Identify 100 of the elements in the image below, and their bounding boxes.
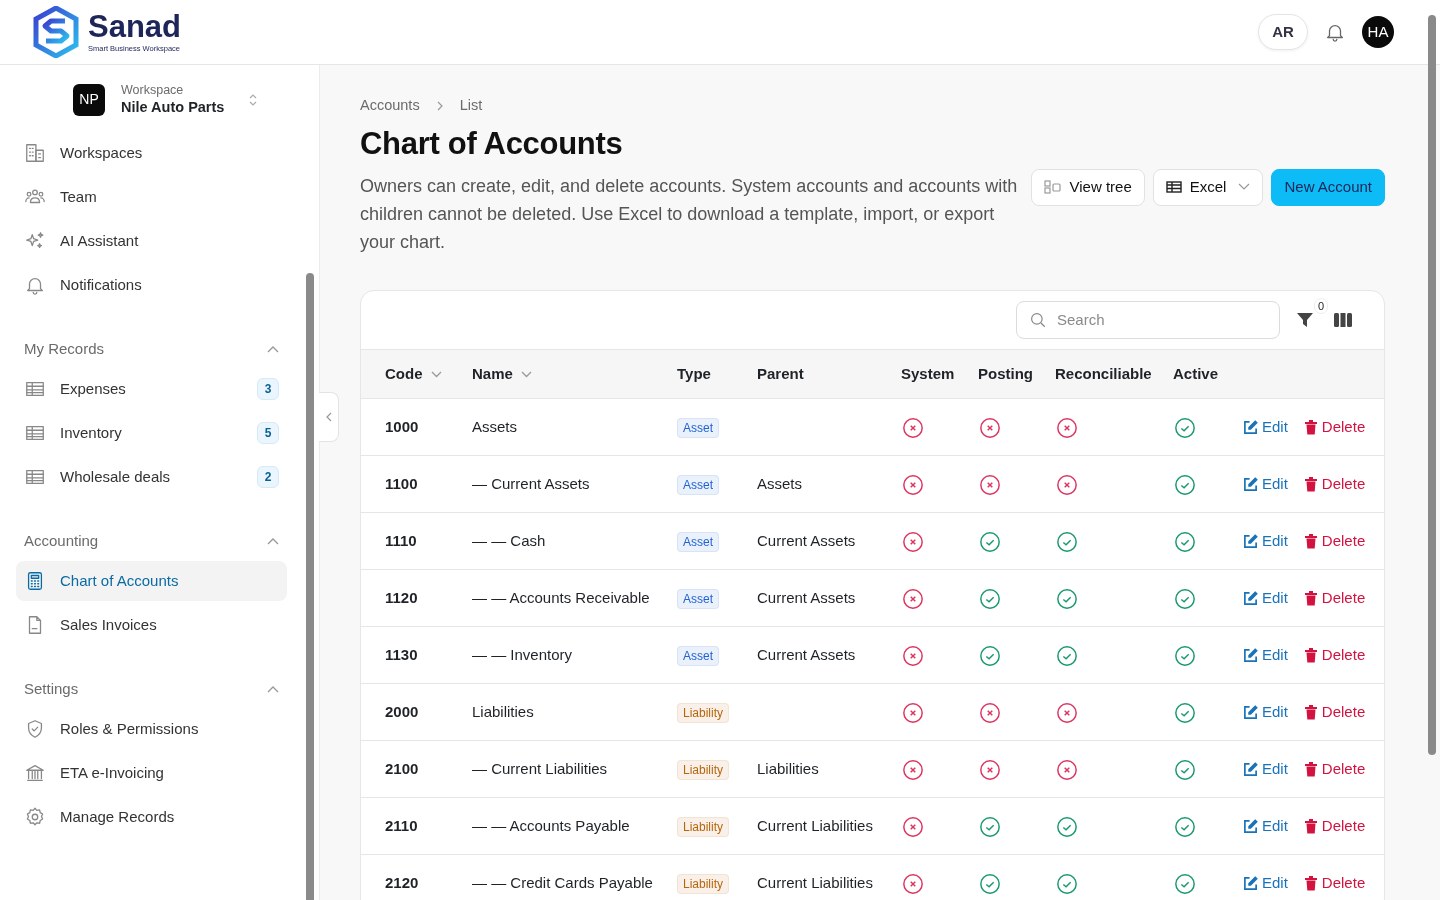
edit-icon bbox=[1243, 761, 1258, 777]
trash-icon bbox=[1303, 419, 1318, 435]
column-header: Reconciliable bbox=[1055, 363, 1152, 384]
column-header[interactable]: Name bbox=[472, 362, 532, 386]
breadcrumb-link[interactable]: List bbox=[459, 95, 483, 117]
account-name: — Current Liabilities bbox=[472, 760, 608, 778]
column-header: Parent bbox=[757, 363, 804, 384]
search-field[interactable]: Search bbox=[1016, 300, 1280, 339]
chevron-icon[interactable] bbox=[267, 684, 279, 693]
type-tag: Asset bbox=[677, 475, 719, 496]
account-name: — — Accounts Payable bbox=[472, 817, 630, 835]
delete-link[interactable]: Delete bbox=[1303, 872, 1366, 895]
caret-icon bbox=[1238, 183, 1251, 192]
account-name: — — Cash bbox=[472, 532, 546, 550]
edit-link[interactable]: Edit bbox=[1243, 587, 1288, 610]
sidebar-item[interactable]: ETA e-Invoicing bbox=[16, 752, 287, 793]
search-icon bbox=[1029, 310, 1047, 329]
edit-icon bbox=[1243, 476, 1258, 492]
page-description: Owners can create, edit, and delete accounts. System accounts and accounts with children cannot be deleted. Use Excel to download a template, import, or export your chart. bbox=[360, 174, 1019, 254]
excel-dropdown[interactable]: Excel bbox=[1152, 168, 1264, 206]
trash-icon bbox=[1303, 875, 1318, 891]
type-tag: Liability bbox=[677, 817, 730, 838]
sidebar-item[interactable]: Roles & Permissions bbox=[16, 708, 287, 749]
breadcrumb-link[interactable]: Accounts bbox=[360, 95, 420, 117]
edit-link[interactable]: Edit bbox=[1243, 530, 1288, 553]
sort-caret-icon bbox=[520, 370, 532, 378]
edit-link[interactable]: Edit bbox=[1243, 815, 1288, 838]
section-title: Settings bbox=[24, 678, 79, 699]
sidebar-item[interactable]: Sales Invoices bbox=[16, 604, 287, 645]
sidebar-item[interactable]: Wholesale deals 2 bbox=[16, 456, 287, 497]
trash-icon bbox=[1303, 704, 1318, 720]
edit-link[interactable]: Edit bbox=[1243, 416, 1288, 439]
brand-name: Sanad bbox=[88, 11, 182, 43]
edit-link[interactable]: Edit bbox=[1243, 473, 1288, 496]
delete-link[interactable]: Delete bbox=[1303, 758, 1366, 781]
sidebar-item[interactable]: Chart of Accounts bbox=[16, 560, 287, 601]
scrollbar-thumb[interactable] bbox=[1428, 15, 1436, 755]
account-code: 1100 bbox=[385, 475, 418, 493]
edit-link[interactable]: Edit bbox=[1243, 701, 1288, 724]
delete-link[interactable]: Delete bbox=[1303, 644, 1366, 667]
section-title: My Records bbox=[24, 338, 105, 359]
account-code: 2120 bbox=[385, 874, 419, 892]
trash-icon bbox=[1303, 533, 1318, 549]
parent-account: Current Assets bbox=[757, 589, 856, 607]
edit-icon bbox=[1243, 704, 1258, 720]
sidebar-item[interactable]: Notifications bbox=[16, 264, 287, 305]
type-tag: Liability bbox=[677, 703, 730, 724]
sidebar-item[interactable]: Expenses 3 bbox=[16, 368, 287, 409]
trash-icon bbox=[1303, 590, 1318, 606]
delete-link[interactable]: Delete bbox=[1303, 815, 1366, 838]
parent-account: Liabilities bbox=[757, 760, 819, 778]
edit-link[interactable]: Edit bbox=[1243, 872, 1288, 895]
scrollbar-thumb[interactable] bbox=[306, 273, 314, 900]
building-icon bbox=[24, 141, 46, 164]
sidebar-item[interactable]: AI Assistant bbox=[16, 220, 287, 261]
sidebar-item[interactable]: Inventory 5 bbox=[16, 412, 287, 453]
parent-account: Assets bbox=[757, 475, 802, 493]
sidebar-item[interactable]: Workspaces bbox=[16, 132, 287, 173]
account-name: Liabilities bbox=[472, 703, 534, 721]
delete-link[interactable]: Delete bbox=[1303, 587, 1366, 610]
sidebar-item[interactable]: Manage Records bbox=[16, 796, 287, 837]
type-tag: Asset bbox=[677, 532, 719, 553]
columns-icon[interactable] bbox=[1334, 311, 1352, 328]
parent-account: Current Liabilities bbox=[757, 874, 873, 892]
edit-icon bbox=[1243, 533, 1258, 549]
edit-link[interactable]: Edit bbox=[1243, 758, 1288, 781]
chevron-icon[interactable] bbox=[267, 536, 279, 545]
account-name: — — Accounts Receivable bbox=[472, 589, 650, 607]
account-name: Assets bbox=[472, 418, 517, 436]
section-title: Accounting bbox=[24, 530, 99, 551]
parent-account: Current Assets bbox=[757, 532, 856, 550]
edit-icon bbox=[1243, 647, 1258, 663]
trash-icon bbox=[1303, 647, 1318, 663]
user-avatar[interactable]: HA bbox=[1362, 16, 1394, 48]
delete-link[interactable]: Delete bbox=[1303, 701, 1366, 724]
type-tag: Liability bbox=[677, 760, 730, 781]
count-badge: 2 bbox=[257, 465, 279, 488]
spreadsheet-icon bbox=[1165, 180, 1182, 195]
view-tree-button[interactable]: View tree bbox=[1030, 168, 1145, 206]
account-name: — — Credit Cards Payable bbox=[472, 874, 653, 892]
new-account-button[interactable]: New Account bbox=[1271, 168, 1385, 206]
sidebar-item[interactable]: Team bbox=[16, 176, 287, 217]
chevron-icon[interactable] bbox=[267, 344, 279, 353]
column-header: System bbox=[901, 363, 955, 384]
page-title: Chart of Accounts bbox=[360, 124, 624, 162]
account-code: 1110 bbox=[385, 532, 417, 550]
account-name: — Current Assets bbox=[472, 475, 590, 493]
delete-link[interactable]: Delete bbox=[1303, 530, 1366, 553]
language-button[interactable]: AR bbox=[1258, 14, 1308, 50]
parent-account: Current Assets bbox=[757, 646, 856, 664]
account-code: 2110 bbox=[385, 817, 418, 835]
parent-account: Current Liabilities bbox=[757, 817, 873, 835]
filter-icon[interactable] bbox=[1296, 310, 1314, 329]
delete-link[interactable]: Delete bbox=[1303, 416, 1366, 439]
edit-link[interactable]: Edit bbox=[1243, 644, 1288, 667]
filter-count: 0 bbox=[1313, 297, 1328, 314]
delete-link[interactable]: Delete bbox=[1303, 473, 1366, 496]
edit-icon bbox=[1243, 590, 1258, 606]
type-tag: Asset bbox=[677, 418, 719, 439]
workspace-switcher[interactable]: NP Workspace Nile Auto Parts bbox=[16, 83, 287, 117]
